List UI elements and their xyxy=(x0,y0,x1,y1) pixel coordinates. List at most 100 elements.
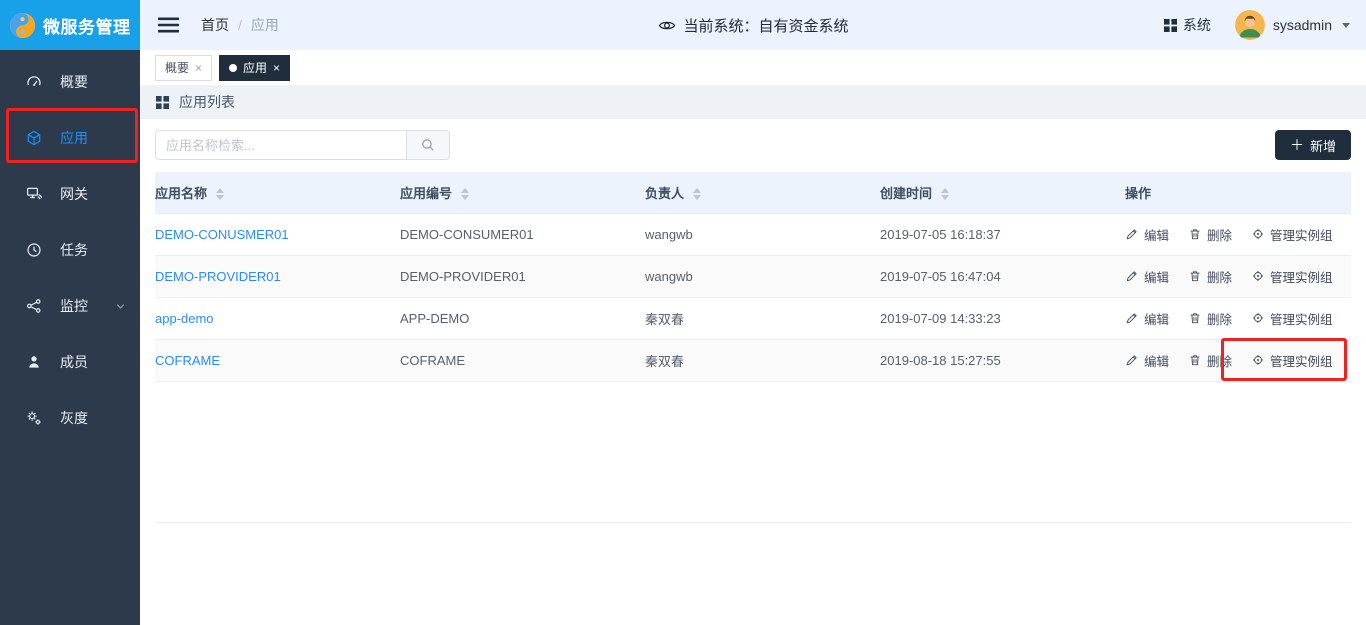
delete-button[interactable]: 删除 xyxy=(1188,351,1232,370)
edit-button[interactable]: 编辑 xyxy=(1125,225,1169,244)
created-cell: 2019-08-18 15:27:55 xyxy=(880,339,1125,381)
edit-button[interactable]: 编辑 xyxy=(1125,267,1169,286)
user-menu[interactable]: sysadmin xyxy=(1235,10,1350,40)
target-icon xyxy=(1251,269,1265,283)
grid-icon xyxy=(1164,19,1177,32)
owner-cell: 秦双春 xyxy=(645,339,880,381)
column-header-actions: 操作 xyxy=(1125,172,1351,213)
trash-icon xyxy=(1188,269,1202,283)
pencil-icon xyxy=(1125,353,1139,367)
sidebar-nav: 概要 应用 网关 xyxy=(0,50,140,446)
plus-icon: ＋ xyxy=(1290,138,1304,152)
active-dot xyxy=(229,64,237,72)
add-button[interactable]: ＋ 新增 xyxy=(1275,130,1351,160)
search-group xyxy=(155,130,450,160)
sort-carets-icon xyxy=(693,188,701,200)
pencil-icon xyxy=(1125,311,1139,325)
app-title: 微服务管理 xyxy=(43,13,131,38)
sidebar-item-tasks[interactable]: 任务 xyxy=(0,222,140,278)
target-icon xyxy=(1251,311,1265,325)
app-name-link[interactable]: app-demo xyxy=(155,311,214,326)
owner-cell: 秦双春 xyxy=(645,297,880,339)
delete-button[interactable]: 删除 xyxy=(1188,225,1232,244)
tab-label: 应用 xyxy=(243,59,267,76)
target-icon xyxy=(1251,227,1265,241)
main-area: 首页 / 应用 当前系统：自有资金系统 系统 xyxy=(140,0,1366,625)
breadcrumb-home[interactable]: 首页 xyxy=(201,15,229,35)
section-title: 应用列表 xyxy=(179,92,235,112)
member-icon xyxy=(25,353,43,371)
table-row: DEMO-PROVIDER01 DEMO-PROVIDER01 wangwb 2… xyxy=(155,255,1351,297)
app-logo[interactable]: 微服务管理 xyxy=(0,0,140,50)
manage-instance-group-button[interactable]: 管理实例组 xyxy=(1251,267,1333,286)
sidebar-item-label: 任务 xyxy=(60,240,88,260)
gears-icon xyxy=(25,409,43,427)
edit-button[interactable]: 编辑 xyxy=(1125,351,1169,370)
section-bar: 应用列表 xyxy=(140,85,1366,119)
app-name-link[interactable]: DEMO-PROVIDER01 xyxy=(155,269,281,284)
monitor-nodes-icon xyxy=(25,297,43,315)
content-divider xyxy=(155,522,1351,523)
caret-down-icon xyxy=(1342,23,1350,28)
sidebar-item-monitoring[interactable]: 监控 xyxy=(0,278,140,334)
hamburger-menu-icon[interactable] xyxy=(150,9,187,41)
app-code-cell: DEMO-CONSUMER01 xyxy=(400,213,645,255)
logo-swirl-icon xyxy=(9,12,36,39)
current-system-text: 当前系统：自有资金系统 xyxy=(683,15,848,36)
sidebar-item-gray-release[interactable]: 灰度 xyxy=(0,390,140,446)
column-header-app-name[interactable]: 应用名称 xyxy=(155,172,400,213)
app-code-cell: APP-DEMO xyxy=(400,297,645,339)
app-name-link[interactable]: COFRAME xyxy=(155,353,220,368)
column-header-created[interactable]: 创建时间 xyxy=(880,172,1125,213)
table-row: COFRAME COFRAME 秦双春 2019-08-18 15:27:55 … xyxy=(155,339,1351,381)
search-icon xyxy=(420,137,436,153)
column-header-app-code[interactable]: 应用编号 xyxy=(400,172,645,213)
avatar xyxy=(1235,10,1265,40)
sidebar: 微服务管理 概要 应用 xyxy=(0,0,140,625)
tab-overview[interactable]: 概要 × xyxy=(155,55,212,81)
close-icon[interactable]: × xyxy=(195,62,202,74)
grid-icon xyxy=(156,96,169,109)
sidebar-item-label: 应用 xyxy=(60,128,88,148)
sidebar-item-label: 成员 xyxy=(60,352,88,372)
sidebar-item-label: 监控 xyxy=(60,296,88,316)
sidebar-item-label: 灰度 xyxy=(60,408,88,428)
sort-carets-icon xyxy=(941,188,949,200)
header-right: 系统 sysadmin xyxy=(1164,10,1350,40)
add-button-label: 新增 xyxy=(1310,136,1336,155)
sidebar-item-gateway[interactable]: 网关 xyxy=(0,166,140,222)
delete-button[interactable]: 删除 xyxy=(1188,309,1232,328)
system-menu-label: 系统 xyxy=(1183,15,1211,35)
table-row: app-demo APP-DEMO 秦双春 2019-07-09 14:33:2… xyxy=(155,297,1351,339)
app-code-cell: COFRAME xyxy=(400,339,645,381)
sidebar-item-members[interactable]: 成员 xyxy=(0,334,140,390)
sort-carets-icon xyxy=(461,188,469,200)
breadcrumb: 首页 / 应用 xyxy=(201,15,279,35)
manage-instance-group-button[interactable]: 管理实例组 xyxy=(1251,225,1333,244)
clock-icon xyxy=(25,241,43,259)
column-header-owner[interactable]: 负责人 xyxy=(645,172,880,213)
owner-cell: wangwb xyxy=(645,213,880,255)
search-input[interactable] xyxy=(155,130,407,160)
search-button[interactable] xyxy=(407,130,450,160)
app-name-link[interactable]: DEMO-CONUSMER01 xyxy=(155,227,289,242)
eye-icon xyxy=(657,16,676,35)
trash-icon xyxy=(1188,353,1202,367)
close-icon[interactable]: × xyxy=(273,62,280,74)
manage-instance-group-button[interactable]: 管理实例组 xyxy=(1251,309,1333,328)
breadcrumb-separator: / xyxy=(238,17,242,33)
applications-table: 应用名称 应用编号 负责人 创建时间 xyxy=(155,172,1351,382)
created-cell: 2019-07-05 16:18:37 xyxy=(880,213,1125,255)
system-menu[interactable]: 系统 xyxy=(1164,15,1211,35)
edit-button[interactable]: 编辑 xyxy=(1125,309,1169,328)
content: ＋ 新增 应用名称 应用编号 负责人 xyxy=(140,119,1366,625)
top-header: 首页 / 应用 当前系统：自有资金系统 系统 xyxy=(140,0,1366,50)
table-row: DEMO-CONUSMER01 DEMO-CONSUMER01 wangwb 2… xyxy=(155,213,1351,255)
delete-button[interactable]: 删除 xyxy=(1188,267,1232,286)
tags-view-bar: 概要 × 应用 × xyxy=(140,50,1366,85)
trash-icon xyxy=(1188,227,1202,241)
tab-applications[interactable]: 应用 × xyxy=(219,55,290,81)
manage-instance-group-button[interactable]: 管理实例组 xyxy=(1251,351,1333,370)
sidebar-item-applications[interactable]: 应用 xyxy=(0,110,140,166)
sidebar-item-overview[interactable]: 概要 xyxy=(0,54,140,110)
